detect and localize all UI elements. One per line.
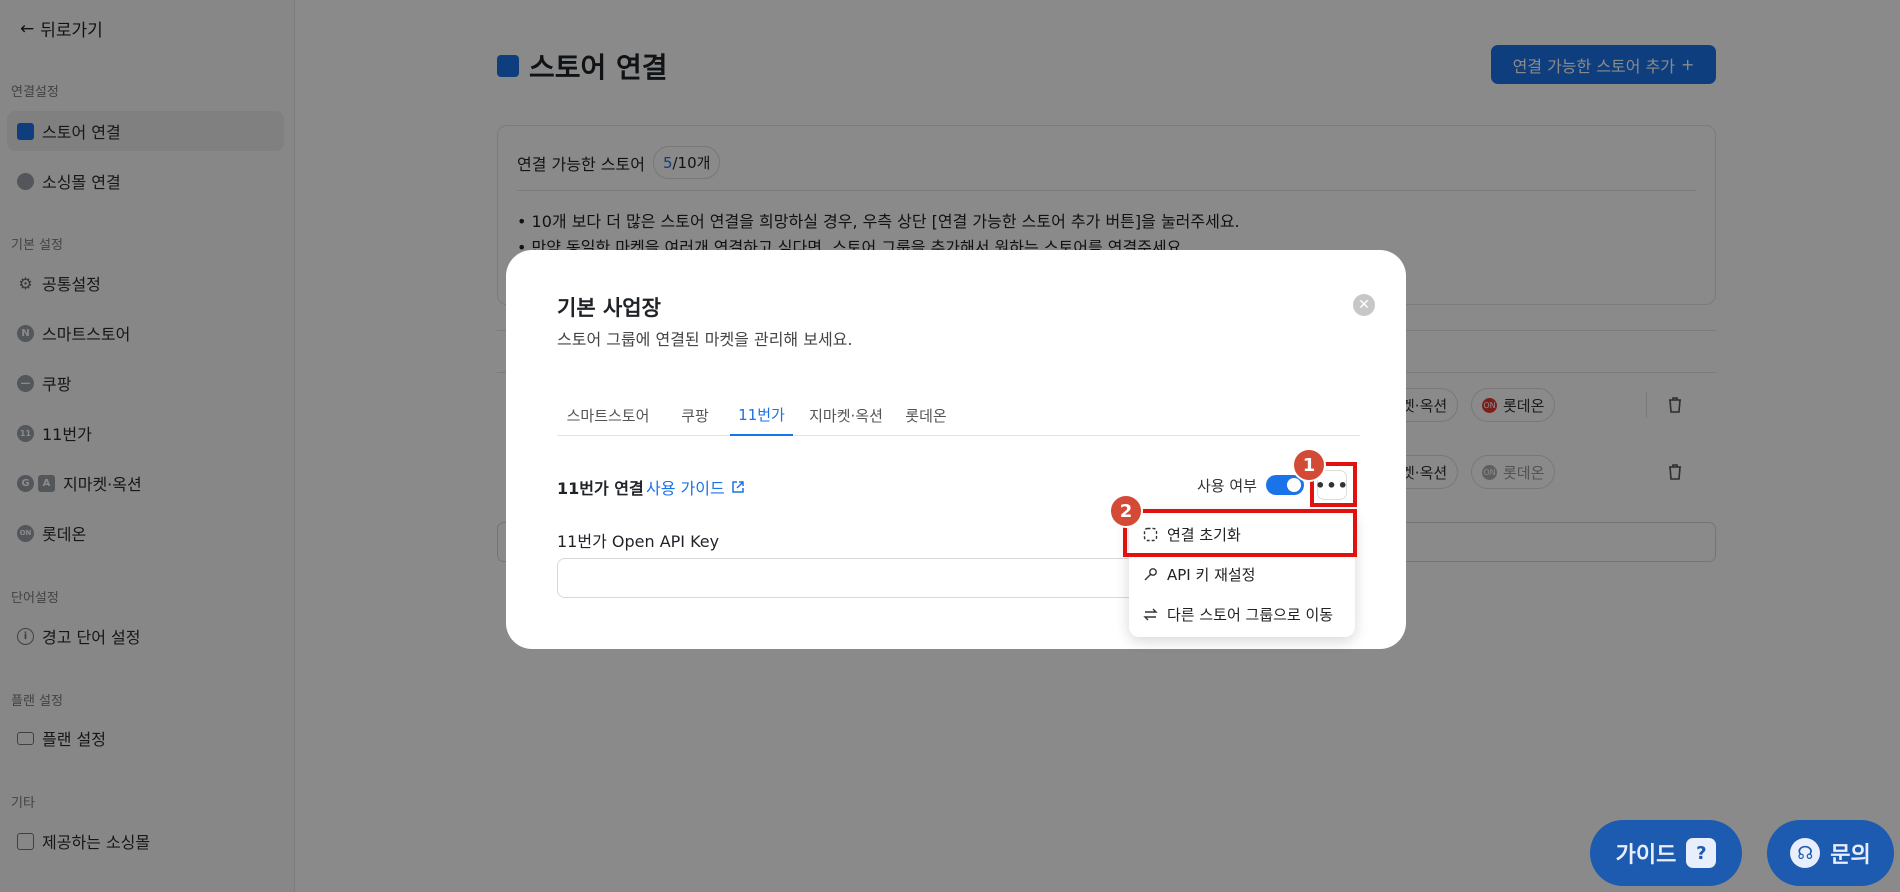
tab-smartstore[interactable]: 스마트스토어 (557, 395, 659, 436)
swap-icon (1143, 608, 1158, 621)
question-icon: ? (1686, 838, 1717, 868)
close-icon[interactable]: ✕ (1353, 294, 1375, 316)
menu-item-move-group[interactable]: 다른 스토어 그룹으로 이동 (1143, 604, 1333, 625)
key-icon (1144, 568, 1157, 581)
step-badge-1: 1 (1292, 448, 1326, 482)
guide-button[interactable]: 가이드 ? (1590, 820, 1742, 886)
market-tabs: 스마트스토어 쿠팡 11번가 지마켓·옥션 롯데온 (557, 395, 1360, 436)
external-link-icon (731, 481, 744, 493)
api-key-label: 11번가 Open API Key (557, 532, 720, 551)
tab-coupang[interactable]: 쿠팡 (674, 395, 716, 436)
use-toggle-label: 사용 여부 (1197, 477, 1257, 495)
menu-item-label: API 키 재설정 (1167, 566, 1256, 584)
usage-guide-link[interactable]: 사용 가이드 (646, 475, 745, 499)
menu-item-label: 다른 스토어 그룹으로 이동 (1167, 606, 1334, 624)
toggle-knob (1287, 478, 1301, 492)
headset-icon: ☊ (1790, 838, 1821, 868)
tab-11st[interactable]: 11번가 (730, 395, 793, 436)
step-badge-2: 2 (1109, 494, 1143, 528)
guide-link-label: 사용 가이드 (646, 479, 725, 498)
tab-gmarket-auction[interactable]: 지마켓·옥션 (806, 395, 886, 436)
api-key-input[interactable] (557, 558, 1137, 598)
highlight-box-2 (1123, 509, 1357, 557)
menu-item-reset-api-key[interactable]: API 키 재설정 (1143, 564, 1255, 585)
inquiry-button[interactable]: ☊ 문의 (1767, 820, 1894, 886)
modal-subtitle: 스토어 그룹에 연결된 마켓을 관리해 보세요. (557, 330, 853, 349)
tab-lotteon[interactable]: 롯데온 (900, 395, 952, 436)
guide-label: 가이드 (1615, 843, 1677, 868)
connection-label: 11번가 연결 (557, 479, 644, 498)
inquiry-label: 문의 (1830, 843, 1871, 868)
modal-title: 기본 사업장 (557, 296, 661, 320)
